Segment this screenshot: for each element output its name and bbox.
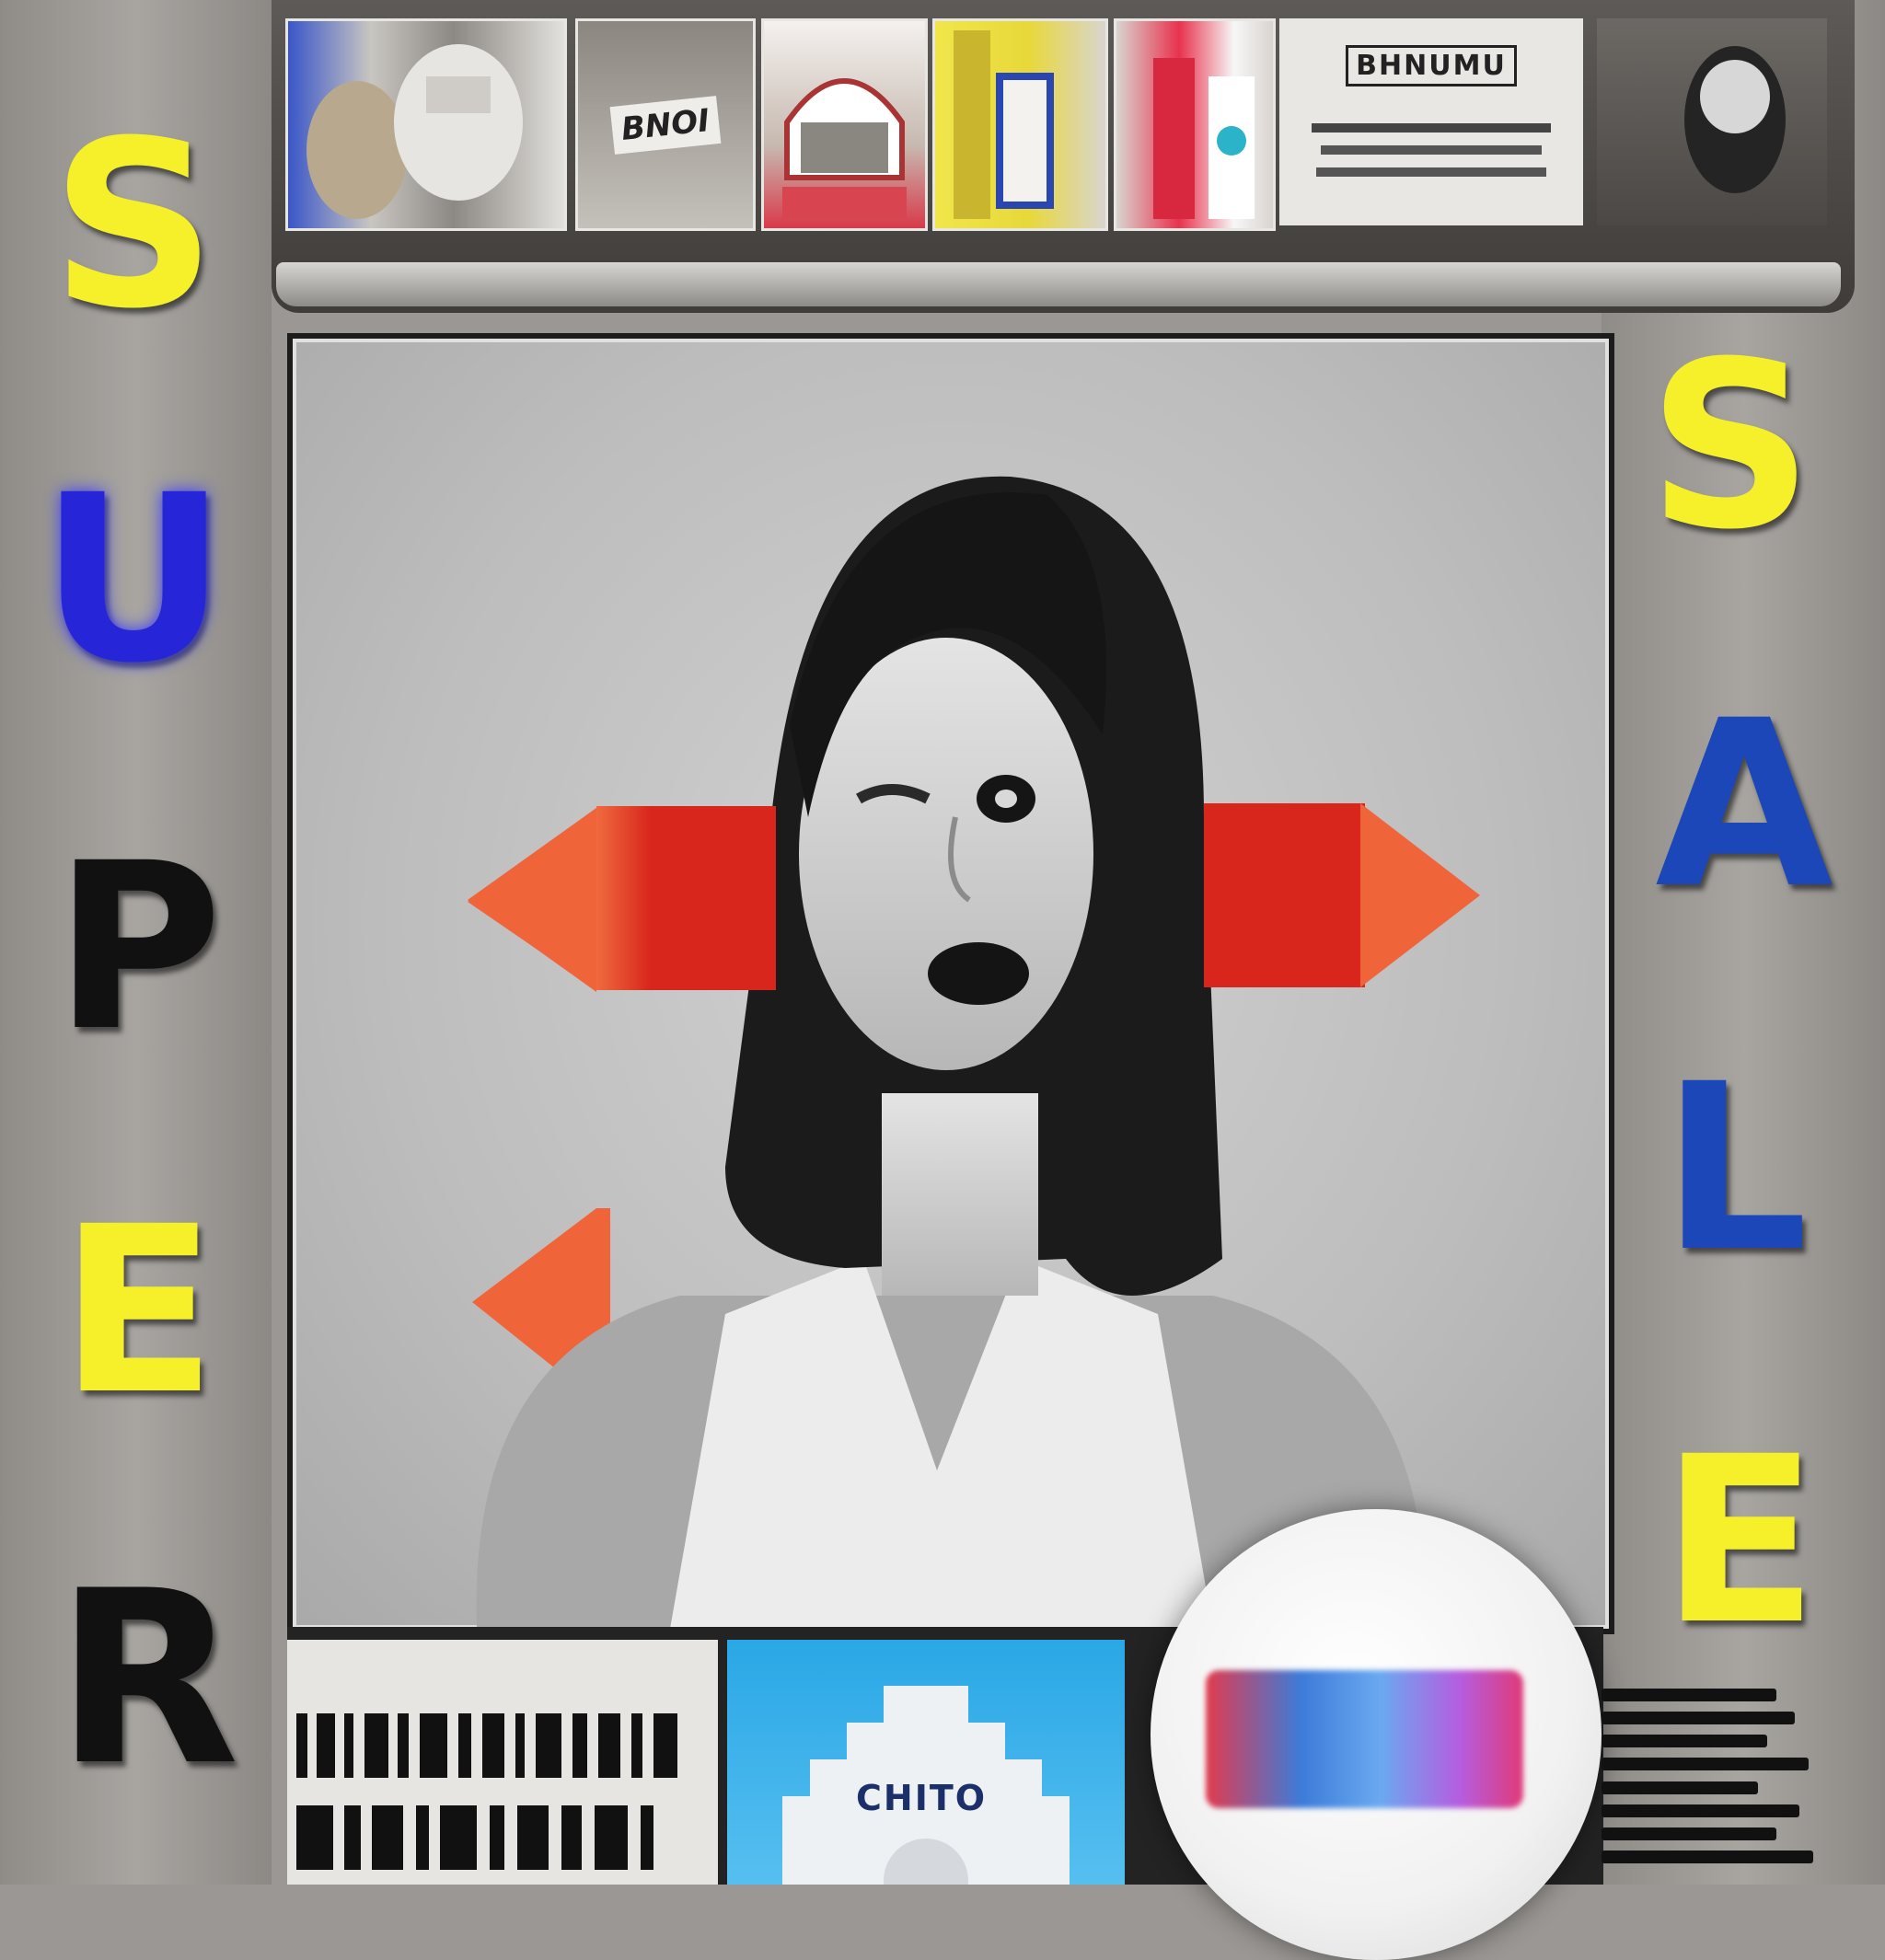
badge-logo [1206,1670,1523,1808]
letter-s-sale: S [1647,312,1814,580]
letter-a-sale: A [1655,671,1833,939]
blue-box-label: CHITO [856,1778,988,1818]
letter-e-sale: E [1660,1407,1819,1675]
package-icon [954,30,1054,219]
letter-l-sale: L [1661,1034,1809,1302]
shelf-item-red-bottles [1114,18,1276,231]
letter-r-super: R [54,1540,240,1818]
small-text-block [1602,1689,1822,1863]
letter-u-super: U [40,445,227,713]
letter-p-super: P [53,813,223,1081]
shelf-item-newspaper: BHNUMU [1279,18,1583,225]
shelf-ledge [276,262,1841,306]
tile-barcode [287,1640,718,1885]
shelf-item-yellow-box [932,18,1108,231]
main-poster [287,333,1614,1634]
bottle-icon [1153,58,1255,219]
shelf-item-sign: BNOI [575,18,756,231]
letter-e-super: E [59,1177,217,1445]
letter-s-super: S [50,91,217,359]
shelf-item-storefront [761,18,928,231]
newspaper-headline: BHNUMU [1346,45,1517,86]
shelf-item-statue [285,18,567,231]
shelf-item-dark-figure [1597,18,1827,225]
tile-blue-box: CHITO [727,1640,1125,1885]
shelf-sign-label: BNOI [609,95,722,155]
figure-icon [1684,46,1786,193]
woman-photo [468,476,1480,1629]
storefront-icon [782,78,907,219]
barcode-icon [296,1713,677,1870]
building-icon [782,1686,1070,1885]
statue-icon [306,44,523,219]
